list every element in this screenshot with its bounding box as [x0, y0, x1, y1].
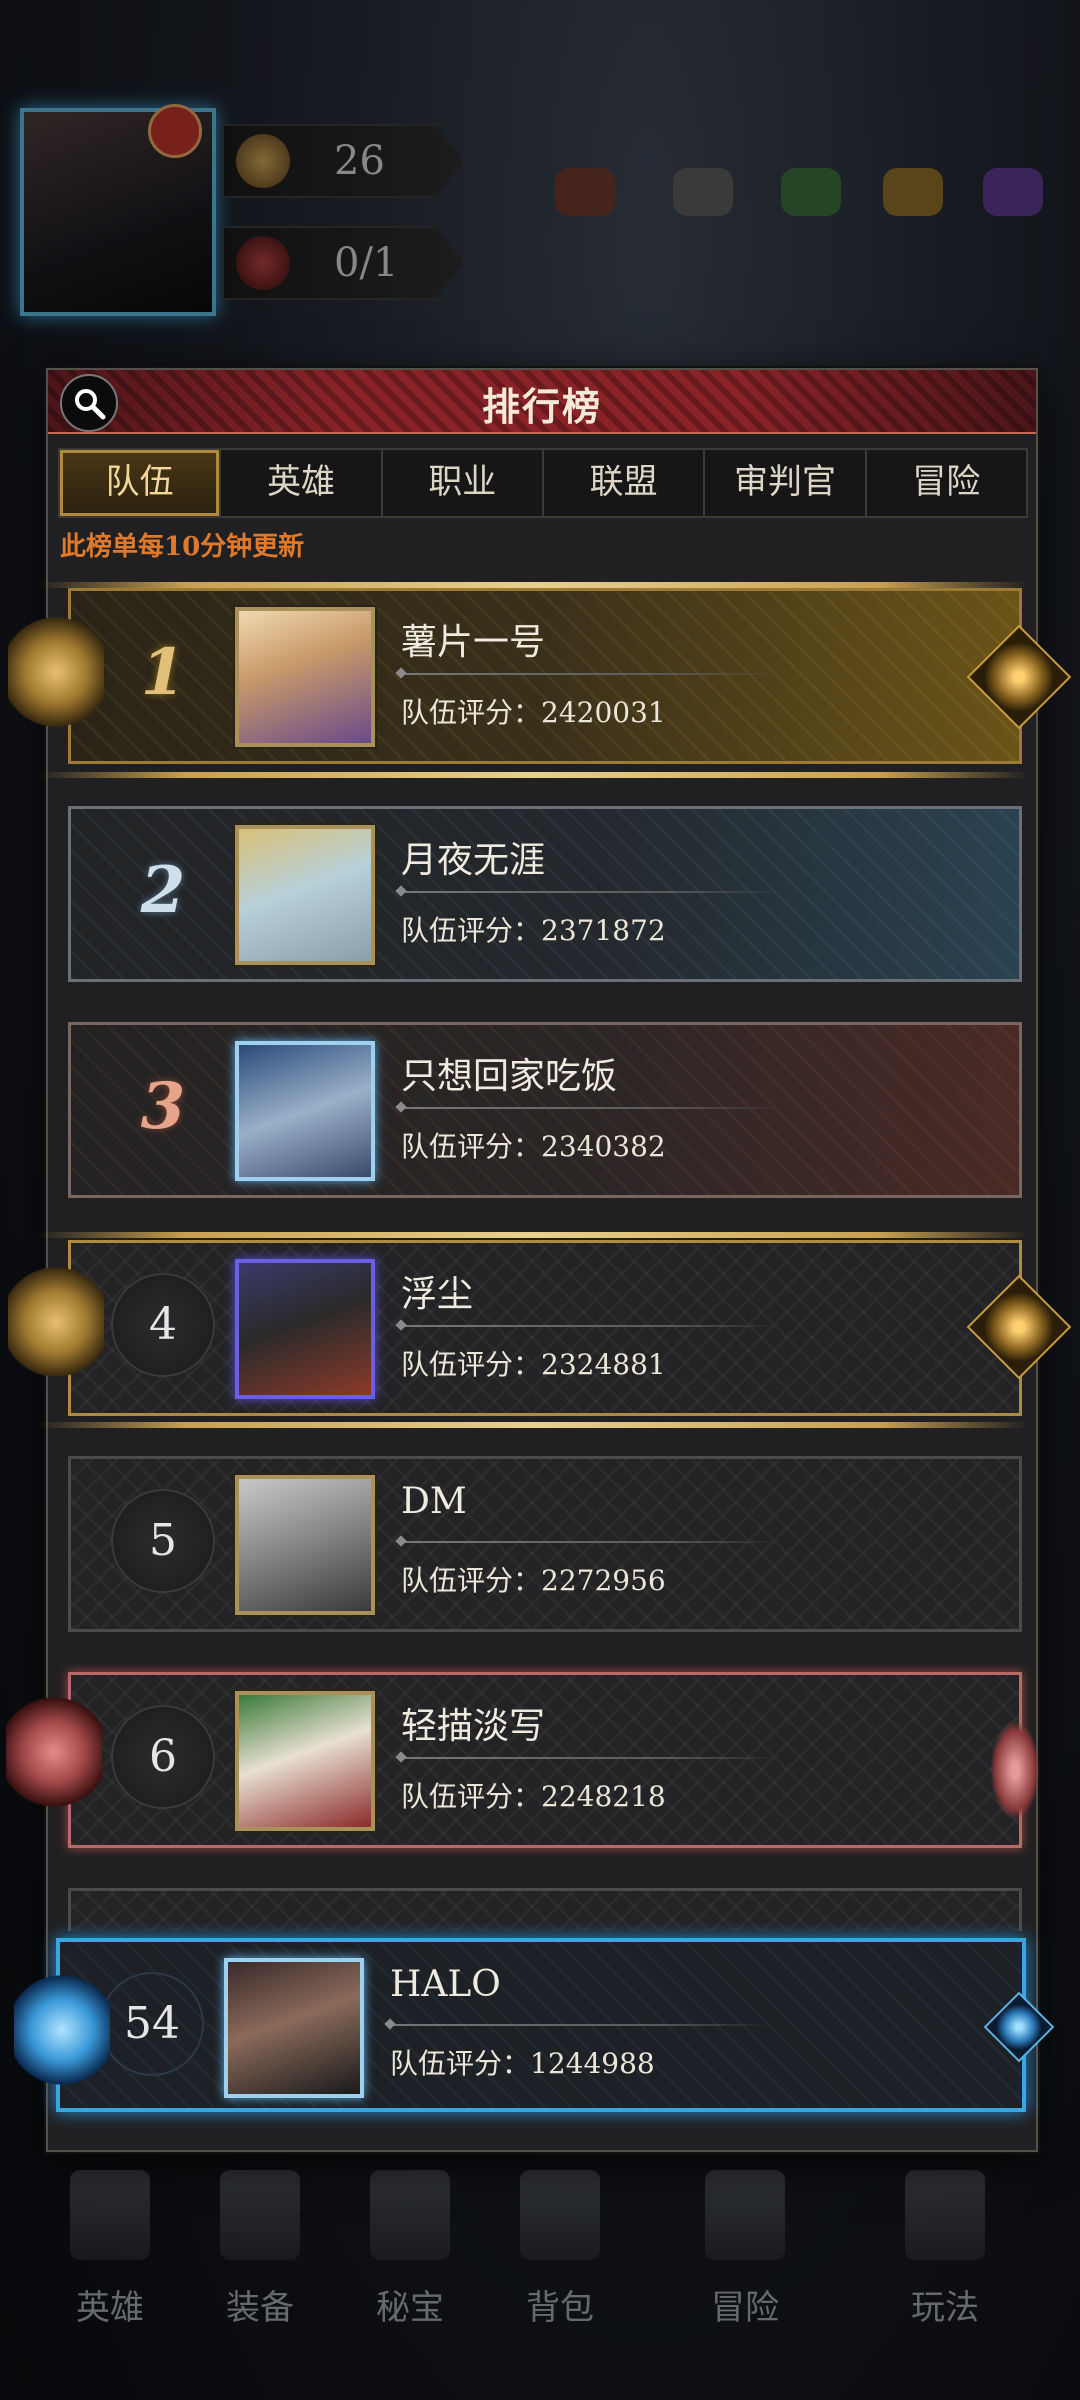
divider	[401, 1541, 781, 1543]
rank-number: 54	[100, 1972, 204, 2076]
gold-frame-top	[38, 1232, 1028, 1238]
rose-ornament-icon	[990, 1720, 1040, 1820]
tab-alliance[interactable]: 联盟	[544, 450, 706, 516]
gold-crest-icon	[8, 1262, 104, 1382]
self-rank-row[interactable]: 54 HALO 队伍评分：1244988	[56, 1938, 1026, 2112]
score-label: 队伍评分：	[401, 914, 542, 947]
team-score: 队伍评分：2272956	[401, 1559, 666, 1599]
score-label: 队伍评分：	[390, 2047, 531, 2080]
score-label: 队伍评分：	[401, 1348, 542, 1381]
score-label: 队伍评分：	[401, 1564, 542, 1597]
score-label: 队伍评分：	[401, 1780, 542, 1813]
player-name: 薯片一号	[401, 622, 546, 663]
rank-row-partial	[68, 1888, 1022, 1931]
player-avatar	[235, 1259, 375, 1399]
rose-crest-icon	[6, 1692, 102, 1812]
player-avatar	[224, 1958, 364, 2098]
team-score: 队伍评分：2340382	[401, 1125, 666, 1165]
player-name: 浮尘	[401, 1274, 474, 1315]
panel-title: 排行榜	[481, 384, 602, 429]
divider	[401, 1107, 781, 1109]
player-avatar	[235, 607, 375, 747]
player-avatar	[235, 1475, 375, 1615]
update-notice: 此榜单每10分钟更新	[60, 532, 305, 562]
tab-hero[interactable]: 英雄	[221, 450, 383, 516]
divider	[401, 891, 781, 893]
team-score: 队伍评分：1244988	[390, 2042, 655, 2082]
rank-number: 5	[111, 1489, 215, 1593]
team-score: 队伍评分：2420031	[401, 691, 666, 731]
rank-row[interactable]: 2 月夜无涯 队伍评分：2371872	[68, 806, 1022, 982]
score-label: 队伍评分：	[401, 1130, 542, 1163]
player-avatar	[235, 825, 375, 965]
score-value: 1244988	[530, 2047, 655, 2080]
leaderboard-panel: 排行榜 队伍 英雄 职业 联盟 审判官 冒险 此榜单每10分钟更新 1 薯片一号…	[46, 368, 1038, 2152]
divider	[390, 2024, 770, 2026]
score-value: 2420031	[541, 696, 666, 729]
divider	[401, 1757, 781, 1759]
player-name: DM	[401, 1481, 467, 1522]
team-score: 队伍评分：2324881	[401, 1343, 666, 1383]
player-name: HALO	[390, 1964, 501, 2005]
rank-number: 3	[140, 1069, 186, 1144]
gold-frame-bottom	[38, 772, 1028, 778]
hexagram-crest-icon	[14, 1970, 110, 2090]
gold-frame-bottom	[38, 1422, 1028, 1428]
rank-number: 6	[111, 1705, 215, 1809]
player-avatar	[235, 1691, 375, 1831]
tab-class[interactable]: 职业	[383, 450, 544, 516]
team-score: 队伍评分：2248218	[401, 1775, 666, 1815]
tab-adventure[interactable]: 冒险	[867, 450, 1026, 516]
panel-header: 排行榜	[48, 370, 1036, 434]
team-score: 队伍评分：2371872	[401, 909, 666, 949]
rank-row[interactable]: 5 DM 队伍评分：2272956	[68, 1456, 1022, 1632]
score-label: 队伍评分：	[401, 696, 542, 729]
score-value: 2340382	[541, 1130, 666, 1163]
rank1-crest-icon	[8, 612, 104, 732]
gold-frame-top	[38, 582, 1028, 588]
score-value: 2324881	[541, 1348, 666, 1381]
player-name: 月夜无涯	[401, 840, 546, 881]
score-value: 2371872	[541, 914, 666, 947]
tab-team[interactable]: 队伍	[60, 450, 222, 516]
tab-judge[interactable]: 审判官	[705, 450, 867, 516]
category-tabs: 队伍 英雄 职业 联盟 审判官 冒险	[58, 448, 1028, 518]
score-value: 2248218	[541, 1780, 666, 1813]
rank-number: 2	[140, 853, 186, 928]
rank-number: 4	[111, 1273, 215, 1377]
score-value: 2272956	[541, 1564, 666, 1597]
rank-row[interactable]: 6 轻描淡写 队伍评分：2248218	[68, 1672, 1022, 1848]
rank-row[interactable]: 3 只想回家吃饭 队伍评分：2340382	[68, 1022, 1022, 1198]
rank-row[interactable]: 1 薯片一号 队伍评分：2420031	[68, 588, 1022, 764]
rank-row[interactable]: 4 浮尘 队伍评分：2324881	[68, 1240, 1022, 1416]
divider	[401, 673, 781, 675]
divider	[401, 1325, 781, 1327]
player-avatar	[235, 1041, 375, 1181]
player-name: 轻描淡写	[401, 1706, 546, 1747]
rank-number: 1	[140, 635, 186, 710]
player-name: 只想回家吃饭	[401, 1056, 618, 1097]
